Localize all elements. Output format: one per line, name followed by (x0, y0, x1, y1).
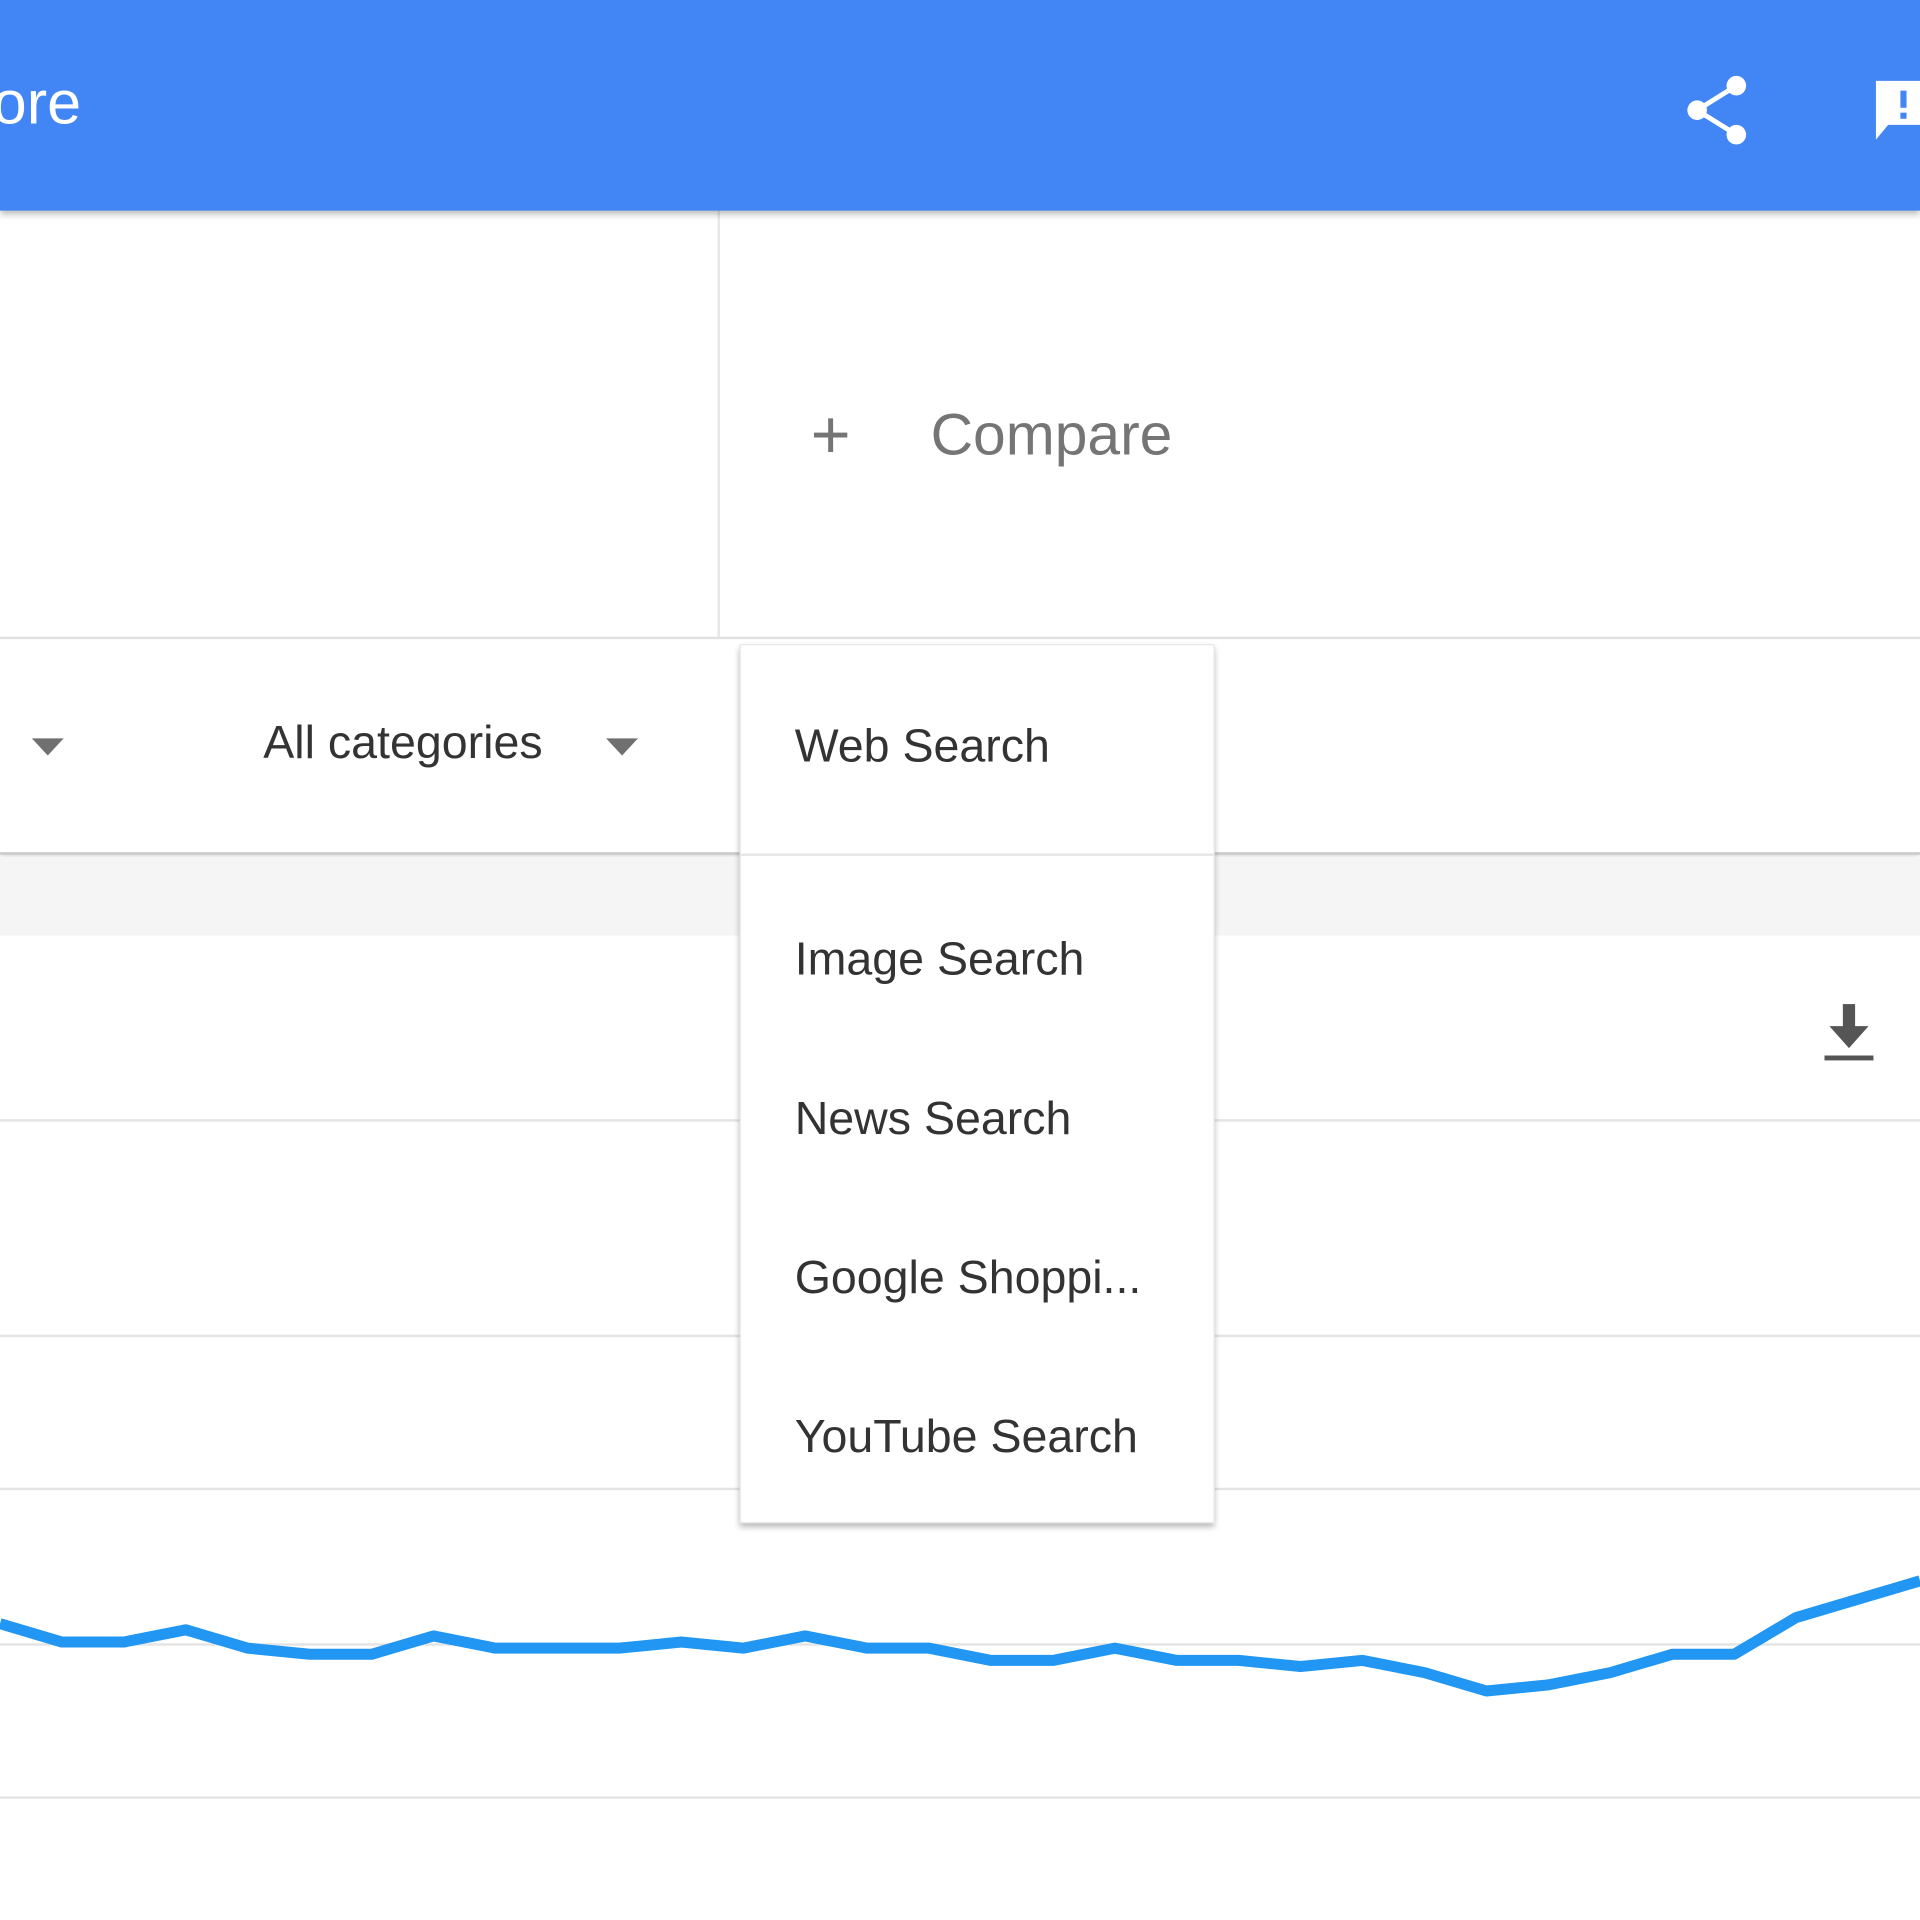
app-header: ore (0, 0, 1920, 211)
page-title: ore (0, 68, 82, 138)
share-icon[interactable] (1682, 73, 1751, 146)
series-line (0, 1575, 1920, 1697)
menu-item-web-search[interactable]: Web Search (795, 721, 1050, 774)
menu-item-image-search[interactable]: Image Search (795, 934, 1085, 987)
menu-divider (740, 853, 1214, 856)
menu-item-news-search[interactable]: News Search (795, 1093, 1072, 1146)
feedback-icon[interactable] (1871, 76, 1920, 145)
trends-explore-page: ore + Compare All categories Web Search … (0, 0, 1920, 1920)
search-type-menu: Web Search Image Search News Search Goog… (739, 644, 1215, 1524)
menu-item-google-shopping[interactable]: Google Shoppi... (795, 1253, 1142, 1306)
menu-item-youtube-search[interactable]: YouTube Search (795, 1412, 1138, 1465)
